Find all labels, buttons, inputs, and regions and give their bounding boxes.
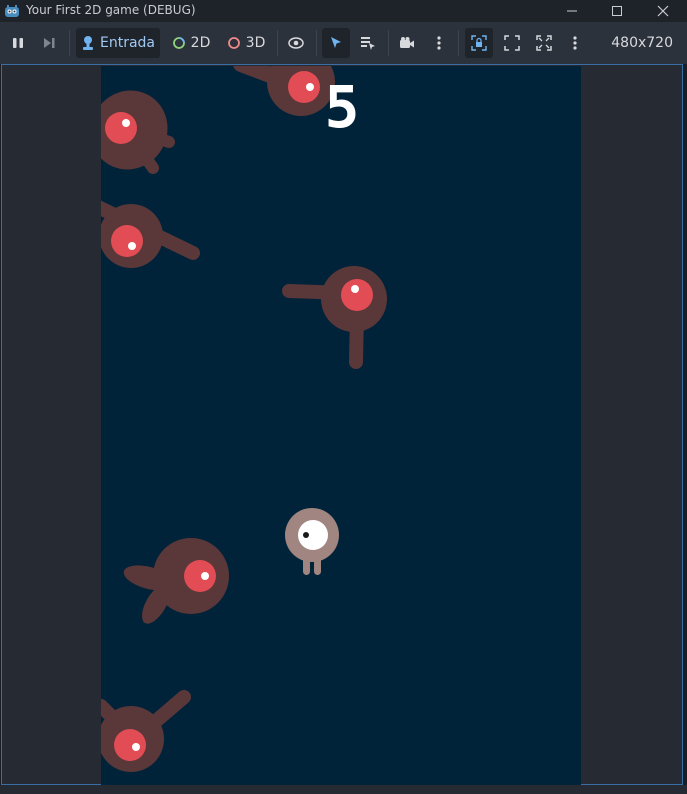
list-select-button[interactable] [354,28,382,58]
visibility-button[interactable] [283,28,309,58]
minimize-icon [567,10,577,12]
player-character [285,508,339,575]
keep-aspect-button[interactable] [465,28,493,58]
maximize-icon [612,6,622,16]
2d-mode-icon [172,37,185,49]
mob-enemy [101,90,175,174]
expand-icon [504,35,520,51]
game-canvas[interactable]: 5 [101,66,581,785]
mob-enemy [282,266,387,369]
embed-lock-icon [471,35,487,51]
game-scene [101,66,387,772]
next-frame-icon [44,38,55,48]
toolbar-separator [277,30,278,56]
mob-enemy [123,538,229,624]
maximize-button[interactable] [597,0,637,22]
toolbar-separator [388,30,389,56]
mob-enemy [101,690,191,772]
window-title-bar: Your First 2D game (DEBUG) [0,0,687,22]
view-options-button[interactable] [564,28,586,58]
3d-mode-icon [227,37,240,49]
eye-icon [288,37,304,49]
window-title: Your First 2D game (DEBUG) [26,3,196,17]
camera-icon [400,37,414,48]
input-mode-button[interactable]: Entrada [76,28,160,58]
kebab-menu-icon [573,36,577,50]
toolbar-separator [69,30,70,56]
fullscreen-button[interactable] [531,28,557,58]
resolution-label: 480x720 [611,35,673,51]
window-bottom-edge [0,785,687,794]
debug-toolbar: Entrada 2D 3D 480x720 [0,22,687,64]
mode-2d-label: 2D [190,35,211,51]
select-tool-button[interactable] [322,28,350,58]
stretch-mode-button[interactable] [499,28,525,58]
toolbar-separator [316,30,317,56]
cursor-icon [331,37,341,48]
mode-2d-button[interactable]: 2D [166,28,216,58]
minimize-button[interactable] [552,0,592,22]
pause-button[interactable] [5,28,31,58]
mob-enemy [101,200,200,268]
close-button[interactable] [643,0,683,22]
input-mode-label: Entrada [99,35,155,51]
camera-options-button[interactable] [428,28,450,58]
score-label: 5 [324,73,360,141]
mode-3d-label: 3D [245,35,266,51]
fullscreen-icon [536,35,552,51]
godot-app-icon [4,3,20,19]
mode-3d-button[interactable]: 3D [221,28,271,58]
joystick-icon [82,36,93,50]
toolbar-separator [458,30,459,56]
kebab-menu-icon [437,36,441,50]
list-select-icon [361,37,375,50]
pause-icon [13,38,23,48]
close-icon [657,5,669,17]
camera-override-button[interactable] [394,28,420,58]
next-frame-button[interactable] [36,28,62,58]
